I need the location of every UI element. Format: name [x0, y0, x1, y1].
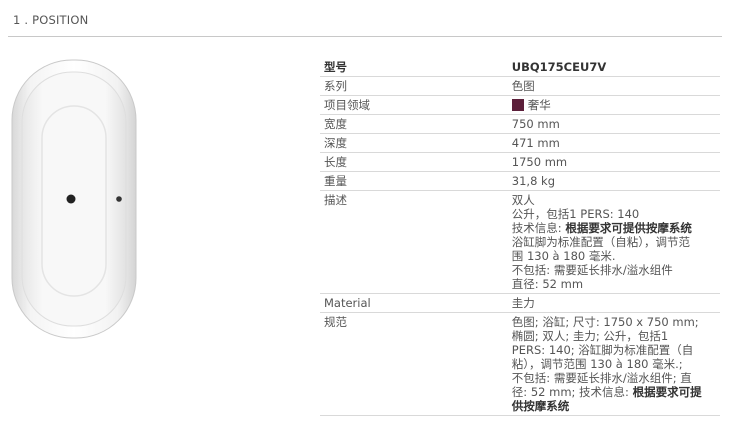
color-swatch	[511, 99, 524, 111]
spec-label: 项目领域	[320, 95, 508, 115]
spec-value: 色图	[507, 76, 720, 96]
spec-value: UBQ175CEU7V	[507, 58, 720, 77]
section-divider	[8, 36, 722, 37]
desc-line: 围 130 à 180 毫米.	[511, 249, 616, 263]
spec-value-project: 奢华	[507, 95, 720, 115]
spec-label: 系列	[320, 76, 508, 96]
desc-line-prefix: 技术信息:	[511, 221, 566, 235]
spec-row-width: 宽度 750 mm	[320, 114, 720, 134]
spec-label: 长度	[320, 152, 508, 172]
spec-line-bold: 供按摩系统	[511, 399, 570, 413]
spec-value: 750 mm	[507, 114, 720, 134]
spec-value: 31,8 kg	[507, 171, 720, 191]
spec-line-bold: 根据要求可提	[632, 385, 702, 399]
spec-line: 不包括: 需要延长排水/溢水组件; 直	[511, 371, 692, 385]
spec-line: 椭圆; 双人; 圭力; 公升，包括1	[511, 329, 669, 343]
spec-value-specification: 色图; 浴缸; 尺寸: 1750 x 750 mm; 椭圆; 双人; 圭力; 公…	[507, 312, 720, 416]
spec-table: 型号 UBQ175CEU7V 系列 色图 项目领域 奢华 宽度 750 mm 深…	[320, 58, 720, 416]
spec-label: 描述	[320, 190, 508, 294]
spec-line: 粘），调节范围 130 à 180 毫米.;	[511, 357, 683, 371]
spec-value: 471 mm	[507, 133, 720, 153]
spec-line: 色图; 浴缸; 尺寸: 1750 x 750 mm;	[511, 315, 699, 329]
desc-line: 双人	[511, 193, 535, 207]
section-title: 1 . POSITION	[13, 13, 89, 27]
desc-line-bold: 根据要求可提供按摩系统	[565, 221, 692, 235]
desc-line: 技术信息: 根据要求可提供按摩系统	[512, 221, 716, 235]
spec-value: 圭力	[507, 293, 720, 313]
spec-row-description: 描述 双人 公升，包括1 PERS: 140 技术信息: 根据要求可提供按摩系统…	[320, 190, 720, 294]
spec-value: 奢华	[527, 98, 551, 112]
spec-value: 1750 mm	[507, 152, 720, 172]
spec-label: 重量	[320, 171, 508, 191]
desc-line: 公升，包括1 PERS: 140	[511, 207, 640, 221]
spec-row-specification: 规范 色图; 浴缸; 尺寸: 1750 x 750 mm; 椭圆; 双人; 圭力…	[320, 312, 720, 416]
spec-row-series: 系列 色图	[320, 76, 720, 96]
spec-value-description: 双人 公升，包括1 PERS: 140 技术信息: 根据要求可提供按摩系统 浴缸…	[507, 190, 720, 294]
spec-row-model: 型号 UBQ175CEU7V	[320, 58, 720, 77]
spec-label: 规范	[320, 312, 508, 416]
spec-label: 深度	[320, 133, 508, 153]
spec-label: 宽度	[320, 114, 508, 134]
spec-label: 型号	[320, 58, 508, 77]
spec-row-depth: 深度 471 mm	[320, 133, 720, 153]
spec-row-length: 长度 1750 mm	[320, 152, 720, 172]
spec-label: Material	[320, 293, 508, 313]
spec-row-project: 项目领域 奢华	[320, 95, 720, 115]
spec-line: PERS: 140; 浴缸脚为标准配置（自	[511, 343, 694, 357]
spec-row-weight: 重量 31,8 kg	[320, 171, 720, 191]
desc-line: 直径: 52 mm	[511, 277, 584, 291]
bathtub-image	[11, 59, 137, 339]
spec-line-prefix: 径: 52 mm; 技术信息:	[511, 385, 633, 399]
spec-line: 径: 52 mm; 技术信息: 根据要求可提	[512, 385, 716, 399]
spec-row-material: Material 圭力	[320, 293, 720, 313]
desc-line: 不包括: 需要延长排水/溢水组件	[511, 263, 673, 277]
overflow-icon	[116, 196, 122, 202]
desc-line: 浴缸脚为标准配置（自粘），调节范	[511, 235, 691, 249]
drain-icon	[66, 194, 76, 204]
